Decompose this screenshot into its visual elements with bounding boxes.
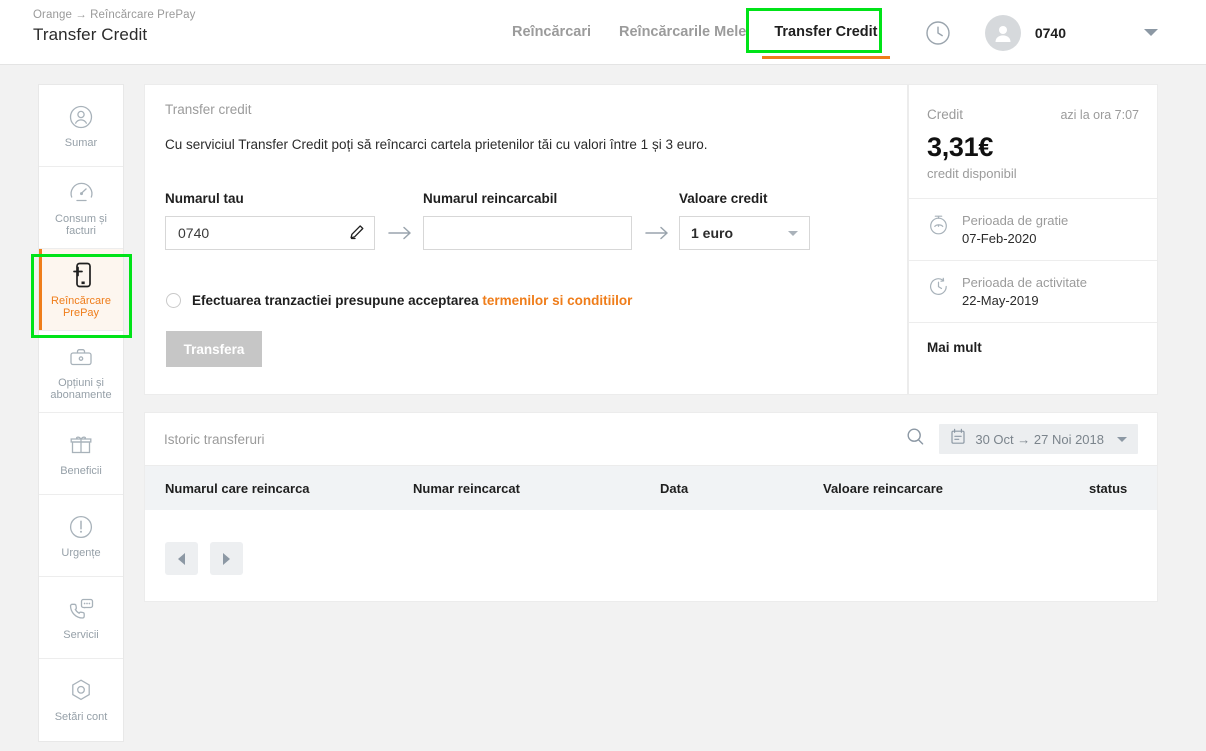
sidebar-item-setari-cont[interactable]: Setări cont	[39, 659, 123, 741]
page-title: Transfer Credit	[33, 25, 148, 44]
triangle-left-icon	[178, 552, 185, 565]
history-header: Istoric transferuri 30 Oct → 27 Noi 2018	[145, 413, 1157, 465]
credit-summary-card: Credit azi la ora 7:07 3,31€ credit disp…	[908, 84, 1158, 395]
history-title: Istoric transferuri	[164, 431, 265, 447]
stopwatch-icon	[927, 213, 950, 241]
target-number-input[interactable]	[423, 216, 632, 250]
sidebar-item-label: Consum și facturi	[55, 212, 107, 238]
credit-row-activity-period: Perioada de activitate 22-May-2019	[909, 260, 1157, 322]
tab-transfer-credit[interactable]: Transfer Credit	[760, 0, 891, 65]
sidebar-item-servicii[interactable]: Servicii	[39, 577, 123, 659]
triangle-right-icon	[223, 552, 230, 565]
credit-row-grace-period: Perioada de gratie 07-Feb-2020	[909, 198, 1157, 260]
amount-select[interactable]: 1 euro	[679, 216, 810, 250]
credit-row-value: 07-Feb-2020	[962, 231, 1037, 246]
own-number-label: Numarul tau	[165, 191, 244, 206]
sidebar-item-label: Setări cont	[54, 711, 108, 724]
date-range-text: 30 Oct → 27 Noi 2018	[975, 431, 1104, 447]
calendar-icon	[950, 428, 966, 450]
terms-prefix: Efectuarea tranzactiei presupune accepta…	[192, 293, 483, 308]
chevron-down-icon[interactable]	[1144, 29, 1158, 36]
sidebar-item-optiuni-si-abonamente[interactable]: Opțiuni și abonamente	[39, 331, 123, 413]
credit-row-label: Perioada de gratie	[962, 213, 1069, 228]
sidebar-item-label: Reîncărcare PrePay	[51, 294, 111, 320]
phone-chat-icon	[66, 594, 96, 624]
transfer-history-card: Istoric transferuri 30 Oct → 27 Noi 2018…	[144, 412, 1158, 602]
transfer-description: Cu serviciul Transfer Credit poți să reî…	[165, 137, 708, 152]
transfer-section-title: Transfer credit	[165, 102, 252, 117]
clock-icon[interactable]	[925, 20, 951, 46]
chevron-down-icon	[1117, 436, 1127, 442]
pencil-icon[interactable]	[348, 224, 365, 246]
sidebar-item-label: Opțiuni și abonamente	[50, 376, 112, 402]
amount-label: Valoare credit	[679, 191, 768, 206]
sidebar-item-sumar[interactable]: Sumar	[39, 85, 123, 167]
credit-more-link[interactable]: Mai mult	[909, 322, 1157, 372]
credit-header: Credit azi la ora 7:07	[909, 85, 1157, 122]
terms-radio[interactable]	[166, 293, 181, 308]
header-right-cluster: 0740	[925, 0, 1206, 65]
pagination	[145, 510, 1157, 575]
gauge-icon	[68, 178, 95, 208]
alert-circle-icon	[68, 512, 94, 542]
clock-activity-icon	[927, 275, 950, 303]
column-header: Data	[660, 480, 689, 496]
credit-amount: 3,31€	[927, 132, 994, 162]
user-msisdn-label: 0740	[1034, 24, 1066, 41]
own-number-input[interactable]	[165, 216, 375, 250]
credit-row-text: Perioada de gratie 07-Feb-2020	[962, 213, 1068, 246]
terms-link[interactable]: termenilor si conditiilor	[482, 293, 632, 308]
primary-nav: Reîncărcari Reîncărcarile Mele Transfer …	[498, 0, 892, 65]
sidebar-item-label: Urgențe	[61, 546, 101, 559]
amount-group: Valoare credit 1 euro	[679, 191, 810, 250]
amount-selected-value: 1 euro	[691, 225, 734, 241]
phone-plus-icon	[68, 260, 94, 290]
app-header: Orange → Reîncărcare PrePay Transfer Cre…	[0, 0, 1206, 65]
brand-block: Orange → Reîncărcare PrePay Transfer Cre…	[33, 9, 196, 45]
arrow-right-icon-1	[387, 216, 413, 250]
chevron-down-icon	[788, 230, 798, 236]
own-number-group: Numarul tau	[165, 191, 375, 250]
column-header: Numar reincarcat	[413, 480, 520, 496]
arrow-right-icon-2	[644, 216, 670, 250]
column-header: status	[1089, 480, 1128, 496]
search-icon[interactable]	[906, 427, 925, 451]
credit-title: Credit	[927, 107, 964, 122]
gift-icon	[68, 430, 94, 460]
sidebar-item-label: Servicii	[63, 628, 99, 641]
sidebar-item-urgente[interactable]: Urgențe	[39, 495, 123, 577]
transfer-credit-card: Transfer credit Cu serviciul Transfer Cr…	[144, 84, 908, 395]
breadcrumb: Orange → Reîncărcare PrePay	[33, 9, 196, 21]
date-range-picker[interactable]: 30 Oct → 27 Noi 2018	[939, 424, 1138, 454]
column-header: Numarul care reincarca	[165, 480, 310, 496]
history-table-header: Numarul care reincarca Numar reincarcat …	[145, 465, 1157, 510]
sidebar: Sumar Consum și facturi Reîncărcare PreP…	[38, 84, 124, 742]
transfer-submit-button[interactable]: Transfera	[166, 331, 262, 367]
sidebar-item-label: Sumar	[64, 136, 98, 149]
pagination-next-button[interactable]	[210, 542, 243, 575]
tab-reincarcarile-mele[interactable]: Reîncărcarile Mele	[605, 0, 760, 65]
sidebar-item-label: Beneficii	[60, 464, 102, 477]
column-header: Valoare reincarcare	[823, 480, 943, 496]
target-number-label: Numarul reincarcabil	[423, 191, 558, 206]
credit-timestamp: azi la ora 7:07	[1060, 108, 1139, 122]
sidebar-item-reincarcare-prepay[interactable]: Reîncărcare PrePay	[39, 249, 123, 331]
avatar[interactable]	[984, 14, 1021, 51]
terms-row: Efectuarea tranzactiei presupune accepta…	[166, 293, 632, 308]
credit-amount-subtitle: credit disponibil	[927, 166, 1017, 181]
credit-row-label: Perioada de activitate	[962, 275, 1088, 290]
sidebar-item-beneficii[interactable]: Beneficii	[39, 413, 123, 495]
user-circle-icon	[68, 102, 94, 132]
target-number-group: Numarul reincarcabil	[423, 191, 632, 250]
credit-row-text: Perioada de activitate 22-May-2019	[962, 275, 1087, 308]
settings-hex-icon	[68, 676, 94, 706]
briefcase-icon	[67, 342, 95, 372]
tab-reincarcari[interactable]: Reîncărcari	[498, 0, 605, 65]
terms-text: Efectuarea tranzactiei presupune accepta…	[192, 293, 632, 308]
sidebar-item-consum-si-facturi[interactable]: Consum și facturi	[39, 167, 123, 249]
pagination-prev-button[interactable]	[165, 542, 198, 575]
credit-row-value: 22-May-2019	[962, 293, 1039, 308]
